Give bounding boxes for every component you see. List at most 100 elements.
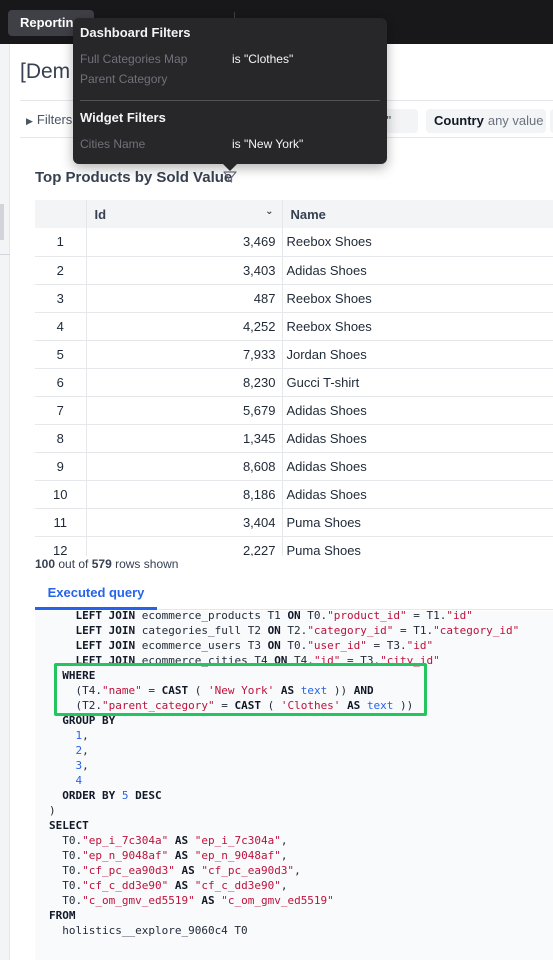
id-cell: 8,230	[86, 368, 283, 397]
name-cell: Adidas Shoes	[282, 452, 553, 481]
table-row[interactable]: 9 8,608 Adidas Shoes	[35, 452, 553, 481]
sql-code: LEFT JOIN ecommerce_products T1 ON T0."p…	[49, 611, 519, 938]
table-row[interactable]: 8 1,345 Adidas Shoes	[35, 424, 553, 453]
name-cell: Reebox Shoes	[282, 312, 553, 341]
row-index-cell: 6	[35, 368, 87, 397]
table-row[interactable]: 10 8,186 Adidas Shoes	[35, 480, 553, 509]
filter-chip-value: any value	[487, 113, 544, 128]
row-index-cell: 1	[35, 228, 87, 257]
row-index-cell: 10	[35, 480, 87, 509]
sql-line: T0."ep_n_9048af" AS "ep_n_9048af",	[49, 849, 288, 862]
id-cell: 5,679	[86, 396, 283, 425]
tooltip-filter-name: Cities Name	[80, 137, 146, 151]
id-cell: 3,404	[86, 508, 283, 537]
row-index-cell: 8	[35, 424, 87, 453]
name-cell: Puma Shoes	[282, 508, 553, 537]
where-clause-highlight	[54, 663, 427, 716]
rows-shown-text: out of	[55, 557, 92, 571]
row-index-cell: 7	[35, 396, 87, 425]
rows-shown-count: 100	[35, 557, 56, 571]
rows-total-count: 579	[91, 557, 112, 571]
table-row[interactable]: 2 3,403 Adidas Shoes	[35, 256, 553, 285]
caret-right-icon: ▶	[26, 116, 33, 126]
table-row[interactable]: 5 7,933 Jordan Shoes	[35, 340, 553, 369]
sql-line: 3,	[75, 759, 89, 772]
name-cell: Adidas Shoes	[282, 480, 553, 509]
tooltip-widget-heading: Widget Filters	[80, 110, 166, 125]
tooltip-dashboard-heading: Dashboard Filters	[80, 25, 191, 40]
table-row[interactable]: 7 5,679 Adidas Shoes	[35, 396, 553, 425]
row-index-cell: 5	[35, 340, 87, 369]
sql-line: LEFT JOIN ecommerce_users T3 ON T0."user…	[75, 639, 434, 652]
sidebar-divider	[0, 254, 10, 255]
table-row[interactable]: 4 4,252 Reebox Shoes	[35, 312, 553, 341]
sql-line: FROM	[49, 909, 76, 922]
id-cell: 2,227	[86, 536, 283, 556]
row-index-cell: 11	[35, 508, 87, 537]
filters-toggle[interactable]: ▶ Filters	[26, 112, 72, 127]
sql-line: LEFT JOIN ecommerce_products T1 ON T0."p…	[75, 611, 473, 622]
id-cell: 3,469	[86, 228, 283, 257]
data-table-container[interactable]: Id ⌄ Name 1 3,469 Reebox Shoes 2 3,403 Adidas …	[35, 200, 553, 556]
name-cell: Adidas Shoes	[282, 256, 553, 285]
tooltip-filter-name: Full Categories Map	[80, 52, 188, 66]
name-cell: Reebox Shoes	[282, 228, 553, 257]
sql-line: 4	[75, 774, 83, 787]
widget-title: Top Products by Sold Value	[35, 169, 233, 186]
column-header-name[interactable]: Name	[282, 200, 553, 228]
name-cell: Adidas Shoes	[282, 424, 553, 453]
dashboard-title: [Dem	[20, 60, 71, 83]
id-cell: 8,608	[86, 452, 283, 481]
chevron-down-icon[interactable]: ⌄	[265, 206, 273, 217]
id-cell: 8,186	[86, 480, 283, 509]
sql-line: T0."cf_pc_ea90d3" AS "cf_pc_ea90d3",	[49, 864, 301, 877]
filter-chip-country[interactable]: Country any value	[426, 109, 546, 133]
tooltip-arrow	[223, 164, 237, 171]
sql-line: SELECT	[49, 819, 89, 832]
name-cell: Adidas Shoes	[282, 396, 553, 425]
row-index-cell: 9	[35, 452, 87, 481]
table-header-row: Id ⌄ Name	[35, 200, 553, 228]
sql-line: ORDER BY 5 DESC	[62, 789, 162, 802]
column-header-index	[35, 200, 87, 228]
sql-line: 2,	[75, 744, 89, 757]
filters-tooltip: Dashboard Filters Full Categories Map is…	[73, 18, 387, 171]
id-cell: 7,933	[86, 340, 283, 369]
filters-toggle-label: Filters	[36, 112, 73, 127]
tooltip-divider	[80, 100, 380, 101]
filter-icon[interactable]	[223, 170, 237, 184]
id-cell: 1,345	[86, 424, 283, 453]
row-index-cell: 3	[35, 284, 87, 313]
rows-shown-suffix: rows shown	[111, 557, 179, 571]
name-cell: Reebox Shoes	[282, 284, 553, 313]
table-row[interactable]: 1 3,469 Reebox Shoes	[35, 228, 553, 257]
rows-shown-summary: 100 out of 579 rows shown	[35, 557, 178, 571]
sql-line: )	[49, 804, 56, 817]
row-index-cell: 2	[35, 256, 87, 285]
name-cell: Puma Shoes	[282, 536, 553, 556]
data-table: Id ⌄ Name 1 3,469 Reebox Shoes 2 3,403 Adidas …	[35, 200, 553, 556]
table-row[interactable]: 6 8,230 Gucci T-shirt	[35, 368, 553, 397]
sql-line: LEFT JOIN categories_full T2 ON T2."cate…	[75, 624, 520, 637]
filter-chip-label: Country	[434, 113, 484, 128]
sql-line: T0."c_om_gmv_ed5519" AS "c_om_gmv_ed5519…	[49, 894, 334, 907]
row-index-cell: 12	[35, 536, 87, 556]
name-cell: Jordan Shoes	[282, 340, 553, 369]
column-header-label: Id	[94, 206, 107, 222]
column-header-id[interactable]: Id ⌄	[86, 200, 283, 228]
row-index-cell: 4	[35, 312, 87, 341]
sql-line: 1,	[75, 729, 89, 742]
left-sidebar-gutter	[0, 44, 10, 960]
sql-line: holistics__explore_9060c4 T0	[49, 924, 248, 937]
name-cell: Gucci T-shirt	[282, 368, 553, 397]
sidebar-active-marker	[0, 204, 4, 240]
query-tabs: Executed query	[35, 580, 553, 610]
tooltip-filter-name: Parent Category	[80, 72, 168, 86]
id-cell: 487	[86, 284, 283, 313]
table-row[interactable]: 11 3,404 Puma Shoes	[35, 508, 553, 537]
table-row[interactable]: 3 487 Reebox Shoes	[35, 284, 553, 313]
tab-executed-query[interactable]: Executed query	[35, 580, 157, 610]
table-row[interactable]: 12 2,227 Puma Shoes	[35, 536, 553, 556]
tooltip-filter-value: is "Clothes"	[232, 52, 294, 66]
sql-line: T0."cf_c_dd3e90" AS "cf_c_dd3e90",	[49, 879, 288, 892]
